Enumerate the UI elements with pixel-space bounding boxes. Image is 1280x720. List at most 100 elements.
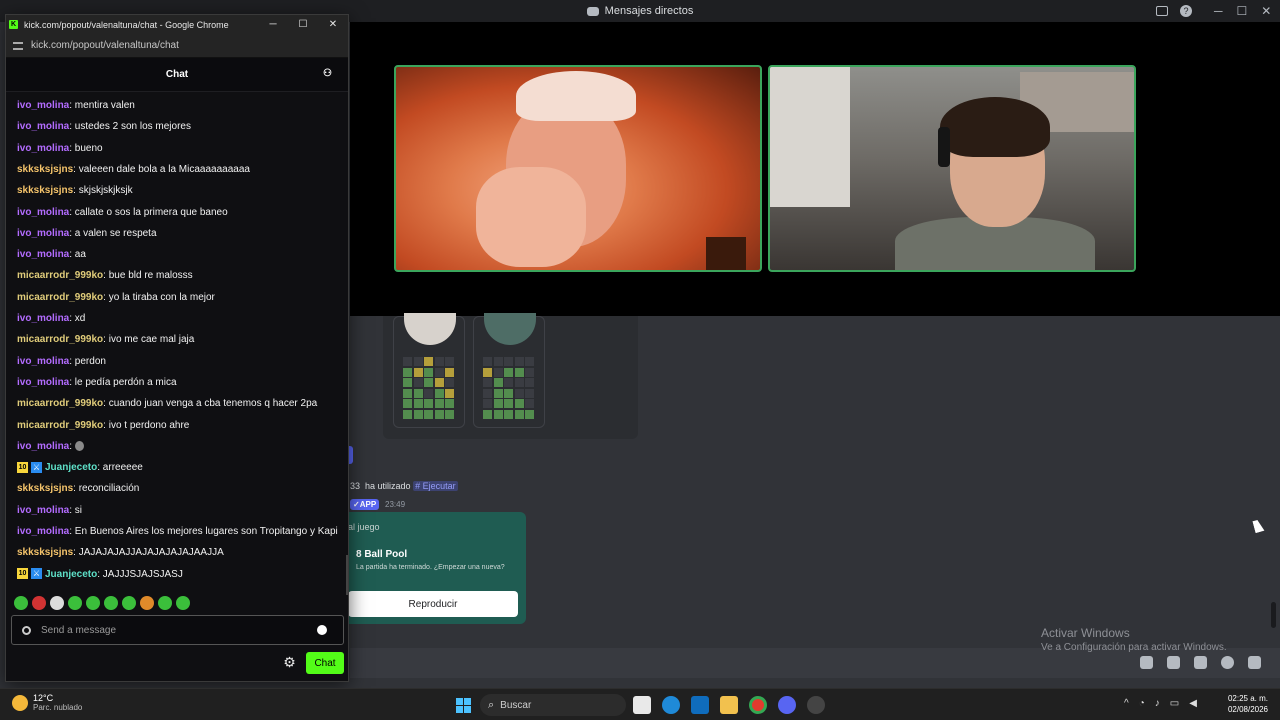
- emote-icon[interactable]: [104, 596, 118, 610]
- emoji-picker-icon[interactable]: [317, 625, 327, 635]
- volume-icon[interactable]: ◀: [1189, 698, 1197, 709]
- gift-icon[interactable]: [1140, 656, 1153, 669]
- users-icon[interactable]: ⚇: [323, 68, 336, 81]
- taskbar-search[interactable]: ⌕ Buscar: [480, 694, 626, 716]
- emote-icon[interactable]: [158, 596, 172, 610]
- chat-username[interactable]: ivo_molina: [17, 228, 69, 239]
- file-explorer-icon[interactable]: [720, 696, 738, 714]
- play-again-button[interactable]: Reproducir: [348, 591, 518, 617]
- store-icon[interactable]: [691, 696, 709, 714]
- minimize-icon[interactable]: ─: [1214, 4, 1223, 18]
- search-icon: ⌕: [488, 698, 495, 711]
- chat-scrollbar[interactable]: [346, 555, 348, 595]
- taskbar-clock[interactable]: 02:25 a. m. 02/08/2026: [1226, 693, 1268, 715]
- emote-icon[interactable]: [50, 596, 64, 610]
- chat-username[interactable]: ivo_molina: [17, 207, 69, 218]
- chat-message: ivo_molina: perdon: [17, 351, 106, 372]
- chat-username[interactable]: skksksjsjns: [17, 164, 73, 175]
- command-link[interactable]: # Ejecutar: [413, 481, 458, 491]
- chat-message-text: : bue bld re malosss: [103, 270, 193, 282]
- chat-username[interactable]: micaarrodr_999ko: [17, 292, 103, 303]
- chat-username[interactable]: ivo_molina: [17, 313, 69, 324]
- maximize-icon[interactable]: ☐: [1237, 4, 1248, 18]
- chat-message-list[interactable]: ivo_molina: mentira valen ivo_molina: ust…: [6, 95, 348, 600]
- chat-username[interactable]: micaarrodr_999ko: [17, 398, 103, 409]
- subscriber-badge-icon: 10: [17, 461, 28, 473]
- sticker-icon[interactable]: [1194, 656, 1207, 669]
- edge-icon[interactable]: [662, 696, 680, 714]
- chat-settings-icon[interactable]: ⚙: [282, 655, 297, 670]
- chat-username[interactable]: ivo_molina: [17, 441, 69, 452]
- chat-message-text: : ivo t perdono ahre: [103, 419, 190, 431]
- chat-username[interactable]: ivo_molina: [17, 505, 69, 516]
- chat-username[interactable]: micaarrodr_999ko: [17, 270, 103, 281]
- site-settings-icon[interactable]: [13, 41, 23, 50]
- emote-icon[interactable]: [176, 596, 190, 610]
- chat-username[interactable]: ivo_molina: [17, 121, 69, 132]
- close-icon[interactable]: ✕: [318, 15, 348, 34]
- weather-widget[interactable]: 12°C Parc. nublado: [12, 693, 82, 712]
- chat-username[interactable]: ivo_molina: [17, 356, 69, 367]
- address-bar[interactable]: kick.com/popout/valenaltuna/chat: [6, 34, 348, 58]
- command-usage-line: 33 ha utilizado # Ejecutar: [350, 481, 458, 491]
- player-avatar: [484, 313, 536, 345]
- maximize-icon[interactable]: ☐: [288, 15, 318, 34]
- app-icon[interactable]: [807, 696, 825, 714]
- video-tile-participant-1[interactable]: [394, 65, 762, 272]
- network-icon[interactable]: ◔: [1139, 698, 1145, 709]
- windows-start-icon[interactable]: [456, 698, 471, 713]
- chat-message: ivo_molina: callate o sos la primera que…: [17, 202, 228, 223]
- chat-message: micaarrodr_999ko: yo la tiraba con la me…: [17, 287, 215, 308]
- chat-username[interactable]: ivo_molina: [17, 249, 69, 260]
- emote-icon[interactable]: [140, 596, 154, 610]
- chat-username[interactable]: Juanjeceto: [45, 462, 97, 473]
- emote-icon[interactable]: [86, 596, 100, 610]
- task-view-icon[interactable]: [633, 696, 651, 714]
- send-chat-button[interactable]: Chat: [306, 652, 344, 674]
- chrome-popout-window: K kick.com/popout/valenaltuna/chat - Goo…: [5, 14, 349, 682]
- chat-username[interactable]: micaarrodr_999ko: [17, 420, 103, 431]
- apps-icon[interactable]: [1248, 656, 1261, 669]
- close-icon[interactable]: ✕: [1261, 4, 1271, 18]
- help-icon[interactable]: ?: [1180, 5, 1192, 17]
- emote-icon[interactable]: [32, 596, 46, 610]
- emote-icon[interactable]: [14, 596, 28, 610]
- chat-message: ivo_molina: bueno: [17, 138, 103, 159]
- discord-icon[interactable]: [778, 696, 796, 714]
- chrome-icon[interactable]: [749, 696, 767, 714]
- chat-username[interactable]: micaarrodr_999ko: [17, 334, 103, 345]
- chat-username[interactable]: skksksjsjns: [17, 185, 73, 196]
- minimize-icon[interactable]: ─: [258, 15, 288, 34]
- taskbar-apps: [633, 696, 825, 714]
- chat-username[interactable]: ivo_molina: [17, 143, 69, 154]
- inbox-icon[interactable]: [1156, 6, 1168, 16]
- emote-icon[interactable]: [122, 596, 136, 610]
- chat-message: micaarrodr_999ko: ivo t perdono ahre: [17, 415, 189, 436]
- chevron-up-icon[interactable]: ^: [1124, 698, 1129, 709]
- chat-message-input[interactable]: [41, 624, 311, 636]
- display-icon[interactable]: ▭: [1170, 698, 1179, 709]
- chat-username[interactable]: Juanjeceto: [45, 569, 97, 580]
- chat-message-text: : ivo me cae mal jaja: [103, 334, 195, 346]
- chat-message-text: : aa: [69, 249, 86, 261]
- emote-icon[interactable]: [68, 596, 82, 610]
- chat-username[interactable]: skksksjsjns: [17, 547, 73, 558]
- discord-scrollbar[interactable]: [1271, 602, 1276, 628]
- chat-username[interactable]: skksksjsjns: [17, 483, 73, 494]
- emoji-icon[interactable]: [1221, 656, 1234, 669]
- chat-username[interactable]: ivo_molina: [17, 526, 69, 537]
- embed-label: al juego: [348, 522, 380, 532]
- gif-icon[interactable]: [1167, 656, 1180, 669]
- url-text[interactable]: kick.com/popout/valenaltuna/chat: [31, 40, 179, 51]
- chat-input-box[interactable]: [11, 615, 344, 645]
- discord-window-controls: ? ─ ☐ ✕: [1156, 0, 1271, 22]
- chat-message-text: : a valen se respeta: [69, 227, 157, 239]
- user-name-fragment[interactable]: 33: [350, 481, 360, 491]
- embed-title: 8 Ball Pool: [356, 549, 408, 560]
- chat-username[interactable]: ivo_molina: [17, 377, 69, 388]
- messages-icon: [586, 6, 599, 16]
- video-tile-participant-2[interactable]: [768, 65, 1136, 272]
- chat-username[interactable]: ivo_molina: [17, 100, 69, 111]
- chat-message-text: : skjskjskjksjk: [73, 185, 133, 197]
- microphone-icon[interactable]: ♪: [1155, 698, 1160, 709]
